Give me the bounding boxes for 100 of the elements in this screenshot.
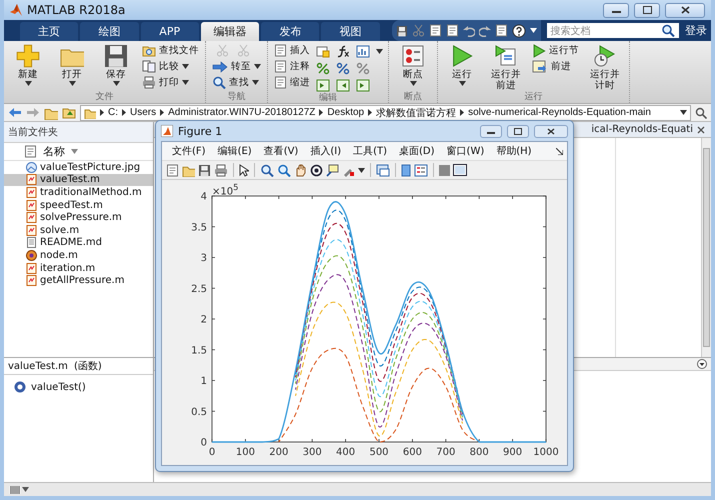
printer-icon[interactable] [214,164,228,176]
pointer-icon[interactable] [239,164,249,176]
ribbon-button[interactable]: 查找文件 [140,43,201,58]
status-bars-icon[interactable] [10,485,20,494]
indent-icon[interactable] [356,78,370,92]
ribbon-button[interactable]: 比较 [140,59,201,74]
file-item[interactable]: getAllPressure.m [4,274,153,287]
ribbon-button[interactable]: 转至 [210,59,263,74]
documents-icon[interactable] [142,60,156,73]
caret-icon[interactable] [22,487,29,492]
file-item[interactable]: valueTestPicture.jpg [4,161,153,174]
folder-search-icon[interactable] [142,44,156,57]
file-item[interactable]: valueTest.m [4,174,153,186]
caret-icon[interactable] [112,81,120,86]
ribbon-button[interactable]: 前进 [530,59,581,74]
path-segment[interactable]: solve-numerical-Reynolds-Equation-main [468,107,651,118]
ribbon-tab[interactable]: 主页 [20,22,78,41]
data-cursor-icon[interactable] [326,164,339,176]
file-item[interactable]: speedTest.m [4,198,153,212]
chart-document-icon[interactable] [356,44,370,58]
close-button[interactable] [534,124,568,138]
search-field[interactable]: 搜索文档 [546,23,680,38]
menu-item[interactable]: 桌面(D) [393,144,441,158]
percent-icon[interactable] [336,62,350,74]
file-item[interactable]: README.md [4,236,153,250]
search-icon[interactable] [260,164,274,176]
plus-icon[interactable] [16,44,40,68]
document-icon[interactable] [274,60,287,73]
path-segment[interactable]: C: [108,107,118,118]
menu-item[interactable]: 编辑(E) [212,144,258,158]
minimize-button[interactable] [480,124,502,138]
ribbon-button[interactable]: 新建 [8,43,48,92]
ribbon-button[interactable]: 查找 [210,75,263,90]
document-icon[interactable] [24,145,37,158]
copy-icon[interactable] [428,24,442,37]
column-header[interactable]: 名称 [43,144,65,159]
hide-tools-icon[interactable] [439,164,450,176]
maximize-button[interactable] [507,124,529,138]
ribbon-button[interactable]: 打开 [52,43,92,92]
show-tools-icon[interactable] [453,164,467,176]
document-icon[interactable] [274,76,287,89]
caret-icon[interactable] [68,81,76,86]
rotate-icon[interactable] [310,164,323,176]
file-item[interactable]: solve.m [4,224,153,237]
menu-item[interactable]: 工具(T) [347,144,394,158]
percent-icon[interactable] [356,62,370,74]
redo-icon[interactable] [478,24,491,36]
percent-icon[interactable] [316,62,330,74]
ribbon-button[interactable]: 断点 [393,43,433,92]
ribbon-button[interactable]: 插入 [272,43,312,58]
undo-icon[interactable] [462,24,475,36]
close-icon[interactable] [697,126,705,134]
search-icon[interactable] [661,24,676,37]
paste-icon[interactable] [446,24,459,37]
ribbon-tab[interactable]: APP [140,22,199,41]
file-item[interactable]: node.m [4,249,153,262]
ribbon-tab[interactable]: 发布 [261,22,320,41]
path-segment[interactable]: Desktop [327,107,364,118]
caret-icon[interactable] [254,64,261,69]
function-item[interactable]: valueTest() [31,382,86,392]
window-icon[interactable] [494,24,508,37]
caret-icon[interactable] [358,168,365,172]
function-icon[interactable] [336,44,350,58]
menu-item[interactable]: 查看(V) [258,144,304,158]
editor-tab[interactable]: ical-Reynolds-Equati [591,124,693,135]
folder-icon[interactable] [84,106,96,118]
ribbon-button[interactable]: 保存 [96,43,136,92]
path-segment[interactable]: Users [130,107,156,118]
link-plot-icon[interactable] [376,164,390,176]
close-button[interactable] [665,2,705,18]
file-item[interactable]: solvePressure.m [4,211,153,224]
scrollbar-thumb[interactable] [703,148,710,347]
hand-icon[interactable] [294,164,307,176]
login-button[interactable]: 登录 [681,20,711,41]
caret-icon[interactable] [680,110,687,115]
outdent-icon[interactable] [336,78,350,92]
dock-arrow-icon[interactable] [556,148,563,154]
back-arrow-icon[interactable] [8,107,22,118]
caret-icon[interactable] [376,48,383,54]
file-item[interactable]: traditionalMethod.m [4,186,153,199]
colorbar-icon[interactable] [401,164,411,176]
ribbon-button[interactable]: 运行节 [530,43,581,58]
caret-icon[interactable] [410,81,416,86]
menu-item[interactable]: 窗口(W) [440,144,490,158]
maximize-button[interactable] [634,2,660,18]
dropdown-circle-icon[interactable] [697,359,707,369]
caret-icon[interactable] [182,80,189,85]
indent-icon[interactable] [316,78,330,92]
ribbon-tab[interactable]: 编辑器 [200,22,260,41]
legend-icon[interactable] [414,164,428,176]
document-icon[interactable] [274,44,287,57]
ribbon-button[interactable]: 打印 [140,75,201,90]
printer-icon[interactable] [142,76,156,89]
arrow-icon[interactable] [212,60,228,72]
menu-item[interactable]: 帮助(H) [490,144,538,158]
menu-item[interactable]: 文件(F) [166,144,212,158]
caret-icon[interactable] [182,64,189,69]
document-plus-icon[interactable] [316,44,330,58]
file-item[interactable]: iteration.m [4,262,153,274]
play-icon[interactable] [532,44,546,58]
